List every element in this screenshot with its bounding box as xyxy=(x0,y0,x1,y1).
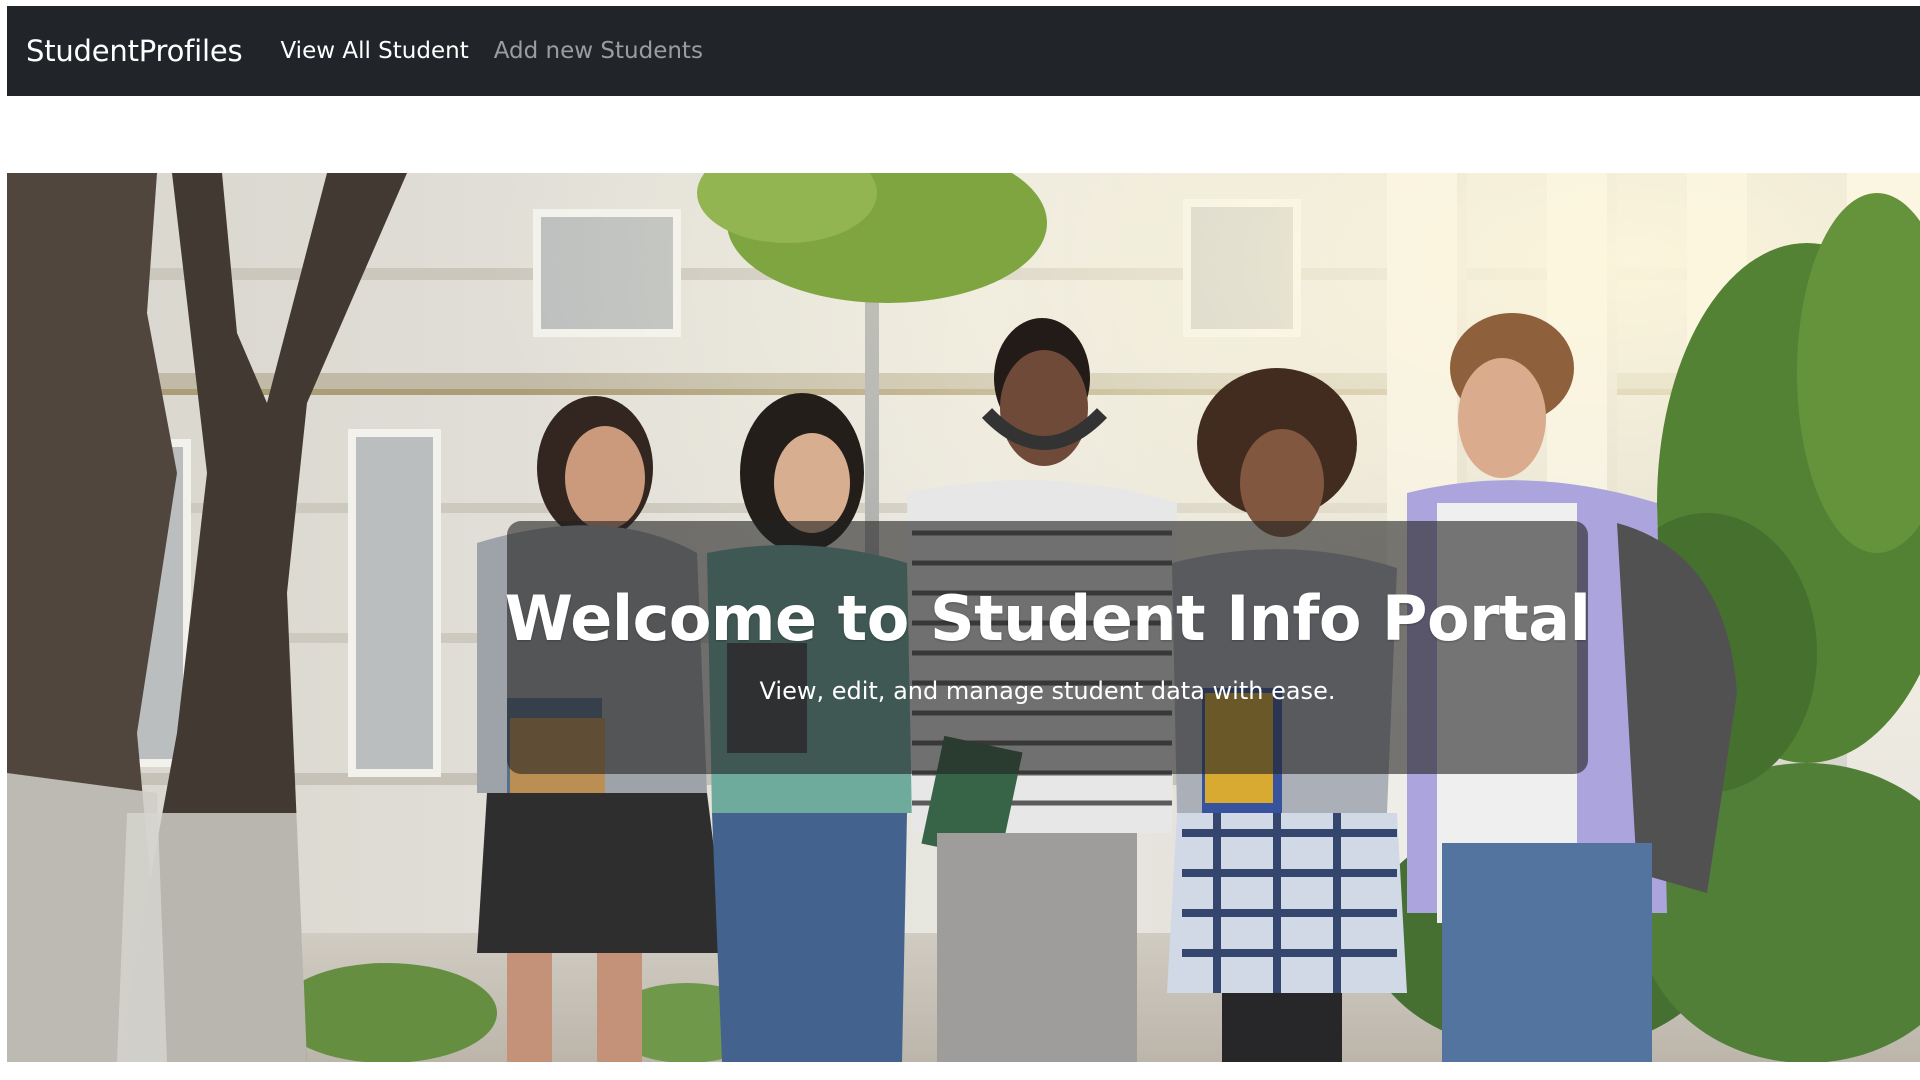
navbar: StudentProfiles View All Student Add new… xyxy=(7,6,1920,96)
hero-banner: Welcome to Student Info Portal View, edi… xyxy=(7,173,1920,1062)
brand-link[interactable]: StudentProfiles xyxy=(26,34,243,68)
page: StudentProfiles View All Student Add new… xyxy=(0,0,1920,1080)
hero-subtitle: View, edit, and manage student data with… xyxy=(759,677,1336,705)
nav-link-view-all-students[interactable]: View All Student xyxy=(280,38,468,64)
hero-title: Welcome to Student Info Portal xyxy=(504,582,1591,655)
nav-link-add-new-students[interactable]: Add new Students xyxy=(494,38,703,64)
hero-overlay-panel: Welcome to Student Info Portal View, edi… xyxy=(504,521,1591,774)
